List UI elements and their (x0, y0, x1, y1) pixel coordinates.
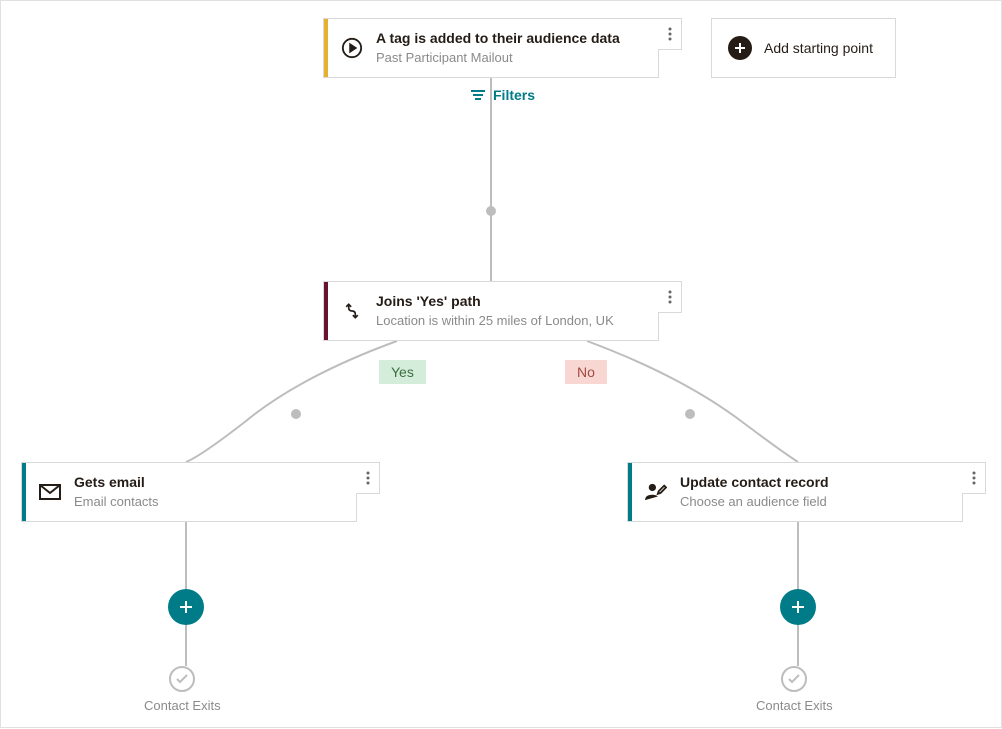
check-icon (781, 666, 807, 692)
add-step-button[interactable] (168, 589, 204, 625)
add-step-button[interactable] (780, 589, 816, 625)
mail-icon (26, 484, 74, 500)
flow-dot (291, 409, 301, 419)
exit-label: Contact Exits (756, 698, 833, 713)
flow-connectors (1, 1, 1002, 729)
plus-icon (728, 36, 752, 60)
node-title: Update contact record (680, 473, 954, 491)
filters-label: Filters (493, 87, 535, 103)
plus-icon (790, 599, 806, 615)
node-title: Joins 'Yes' path (376, 292, 650, 310)
node-subtitle: Past Participant Mailout (376, 50, 650, 67)
exit-label: Contact Exits (144, 698, 221, 713)
node-title: A tag is added to their audience data (376, 29, 650, 47)
starting-point-node[interactable]: A tag is added to their audience data Pa… (323, 18, 659, 78)
email-action-node[interactable]: Gets email Email contacts (21, 462, 357, 522)
yes-branch-label: Yes (379, 360, 426, 384)
node-menu-button[interactable] (356, 462, 380, 494)
play-icon (328, 37, 376, 59)
node-subtitle: Choose an audience field (680, 494, 954, 511)
plus-icon (178, 599, 194, 615)
flow-dot (486, 206, 496, 216)
filter-icon (471, 89, 487, 101)
contact-exit: Contact Exits (144, 666, 221, 713)
node-title: Gets email (74, 473, 348, 491)
node-menu-button[interactable] (962, 462, 986, 494)
add-starting-point-button[interactable]: Add starting point (711, 18, 896, 78)
branch-icon (328, 301, 376, 321)
contact-exit: Contact Exits (756, 666, 833, 713)
condition-node[interactable]: Joins 'Yes' path Location is within 25 m… (323, 281, 659, 341)
node-menu-button[interactable] (658, 18, 682, 50)
no-branch-label: No (565, 360, 607, 384)
filters-button[interactable]: Filters (471, 87, 535, 103)
add-starting-label: Add starting point (764, 40, 873, 56)
update-contact-node[interactable]: Update contact record Choose an audience… (627, 462, 963, 522)
check-icon (169, 666, 195, 692)
node-menu-button[interactable] (658, 281, 682, 313)
edit-user-icon (632, 482, 680, 502)
flow-dot (685, 409, 695, 419)
node-subtitle: Email contacts (74, 494, 348, 511)
node-subtitle: Location is within 25 miles of London, U… (376, 313, 650, 330)
